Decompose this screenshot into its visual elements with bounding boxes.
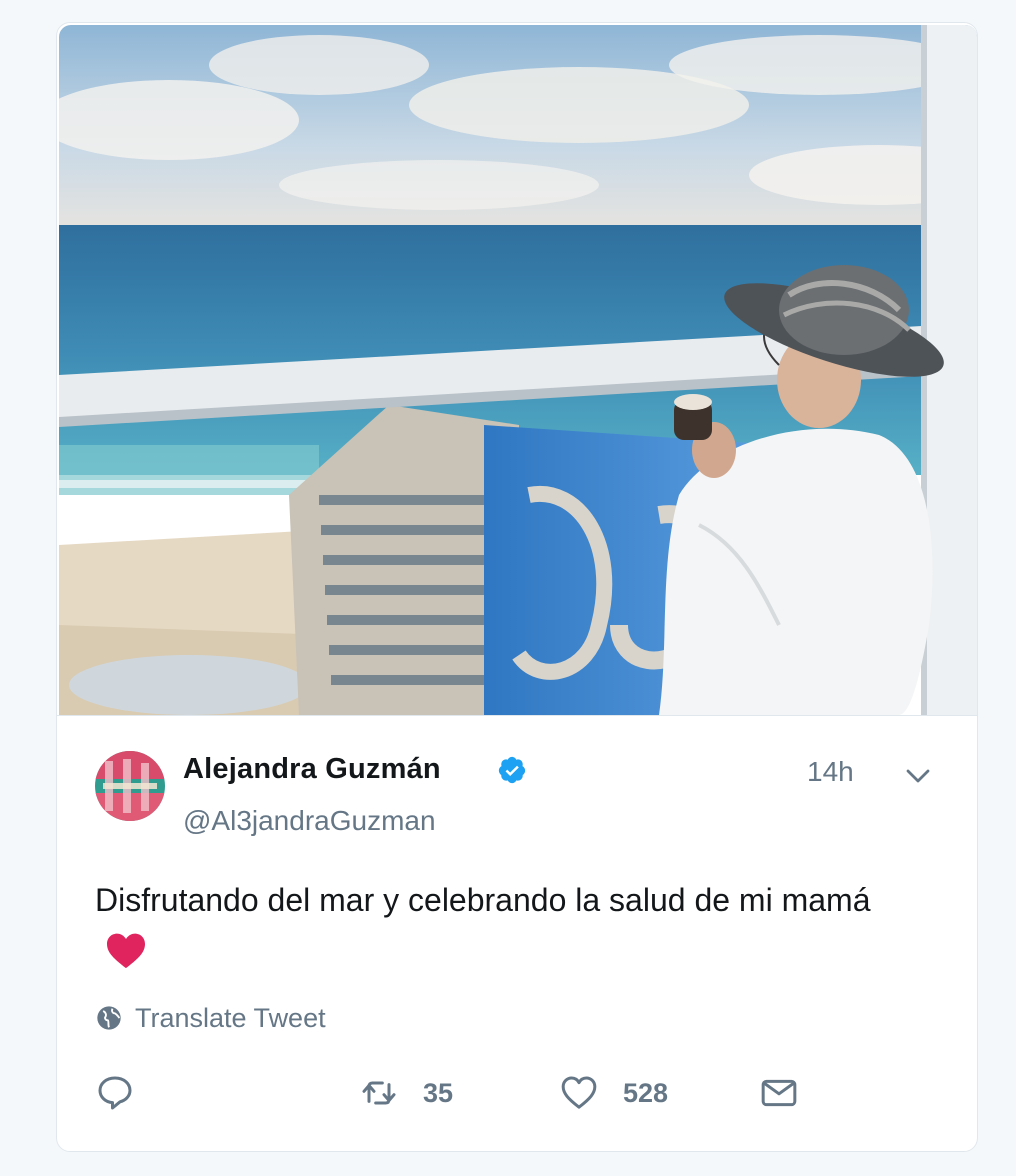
author-handle[interactable]: @Al3jandraGuzman — [183, 805, 436, 837]
chevron-down-icon[interactable] — [903, 761, 933, 791]
retweet-count: 35 — [423, 1077, 454, 1108]
tweet-text-content: Disfrutando del mar y celebrando la salu… — [95, 882, 871, 918]
heart-icon — [561, 1076, 597, 1109]
retweet-button[interactable]: 35 — [359, 1069, 453, 1117]
verified-badge-icon — [498, 756, 526, 784]
author-name[interactable]: Alejandra Guzmán — [183, 753, 441, 786]
globe-icon — [97, 1006, 121, 1030]
direct-message-button[interactable] — [759, 1069, 799, 1117]
media-divider — [57, 715, 977, 716]
translate-tweet-link[interactable]: Translate Tweet — [95, 1001, 326, 1035]
tweet-text: Disfrutando del mar y celebrando la salu… — [95, 875, 915, 975]
translate-label: Translate Tweet — [135, 1002, 326, 1033]
reply-button[interactable] — [95, 1069, 159, 1117]
profile-avatar-icon — [95, 751, 165, 821]
like-count: 528 — [623, 1077, 669, 1108]
envelope-icon — [761, 1079, 797, 1107]
tweet-photo[interactable] — [59, 25, 977, 715]
tweet-actions: 35 528 — [95, 1069, 955, 1117]
like-button[interactable]: 528 — [559, 1069, 668, 1117]
avatar[interactable] — [95, 751, 165, 821]
red-heart-icon — [107, 933, 145, 969]
retweet-icon — [362, 1081, 396, 1105]
tweet-timestamp[interactable]: 14h — [807, 756, 854, 788]
photo-balcony-ocean-view — [59, 25, 977, 715]
tweet-card[interactable]: Alejandra Guzmán @Al3jandraGuzman 14h Di… — [56, 22, 978, 1152]
reply-icon — [98, 1076, 132, 1110]
